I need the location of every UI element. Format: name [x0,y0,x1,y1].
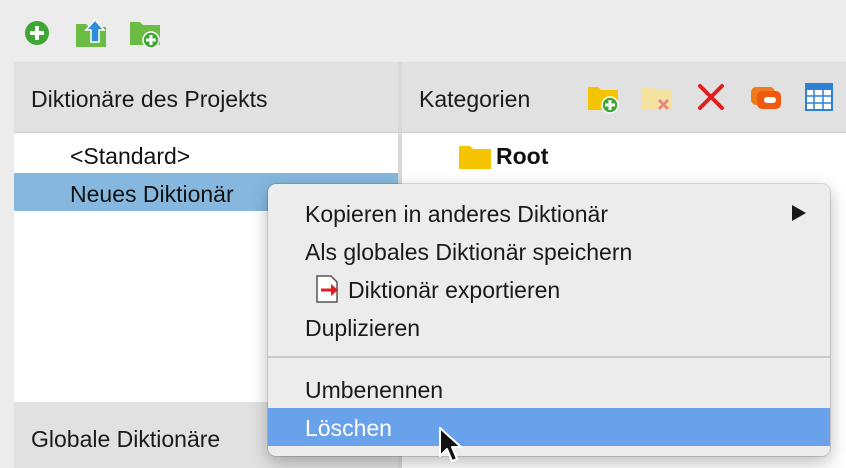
list-item-label: <Standard> [70,143,191,169]
table-icon [805,83,833,111]
menu-item-copy-to-dictionary[interactable]: Kopieren in anderes Diktionär [268,194,830,232]
menu-item-save-global[interactable]: Als globales Diktionär speichern [268,232,830,270]
new-dictionary-folder-button[interactable] [128,16,162,50]
categories-title: Kategorien [419,86,531,112]
project-dictionaries-header: Diktionäre des Projekts [14,62,398,133]
upload-folder-icon [76,18,106,47]
tree-node-label: Root [496,143,549,169]
project-dictionaries-title: Diktionäre des Projekts [31,86,268,112]
import-dictionary-button[interactable] [74,16,108,50]
delete-icon [698,84,724,110]
context-menu: Kopieren in anderes Diktionär Als global… [268,184,830,456]
export-icon [316,275,338,303]
new-folder-icon [130,22,160,49]
menu-item-export[interactable]: Diktionär exportieren [268,270,830,308]
menu-item-label: Umbenennen [305,377,444,403]
categories-header: Kategorien [402,62,846,133]
list-item-label: Neues Diktionär [70,181,234,207]
add-circle-icon [25,21,49,45]
menu-separator [268,356,830,358]
delete-category-button[interactable] [640,80,674,114]
toggle-icon [751,87,781,109]
global-dictionaries-title: Globale Diktionäre [31,426,221,452]
submenu-arrow-icon [792,205,806,221]
menu-item-label: Löschen [305,415,392,441]
menu-item-delete[interactable]: Löschen [268,408,830,446]
menu-item-label: Diktionär exportieren [348,277,561,303]
new-category-icon [588,87,619,114]
delete-category-icon [642,87,672,111]
menu-item-label: Kopieren in anderes Diktionär [305,201,609,227]
mouse-cursor-icon [439,427,462,462]
menu-item-label: Als globales Diktionär speichern [305,239,633,265]
menu-item-label: Duplizieren [305,315,421,341]
delete-button[interactable] [694,80,728,114]
menu-item-rename[interactable]: Umbenennen [268,370,830,408]
table-button[interactable] [802,80,836,114]
toggle-button[interactable] [748,80,782,114]
add-dictionary-button[interactable] [20,16,54,50]
list-item[interactable]: <Standard> [14,135,398,173]
main-toolbar [0,0,846,62]
new-category-button[interactable] [586,80,620,114]
menu-item-duplicate[interactable]: Duplizieren [268,308,830,346]
folder-icon [459,146,491,169]
